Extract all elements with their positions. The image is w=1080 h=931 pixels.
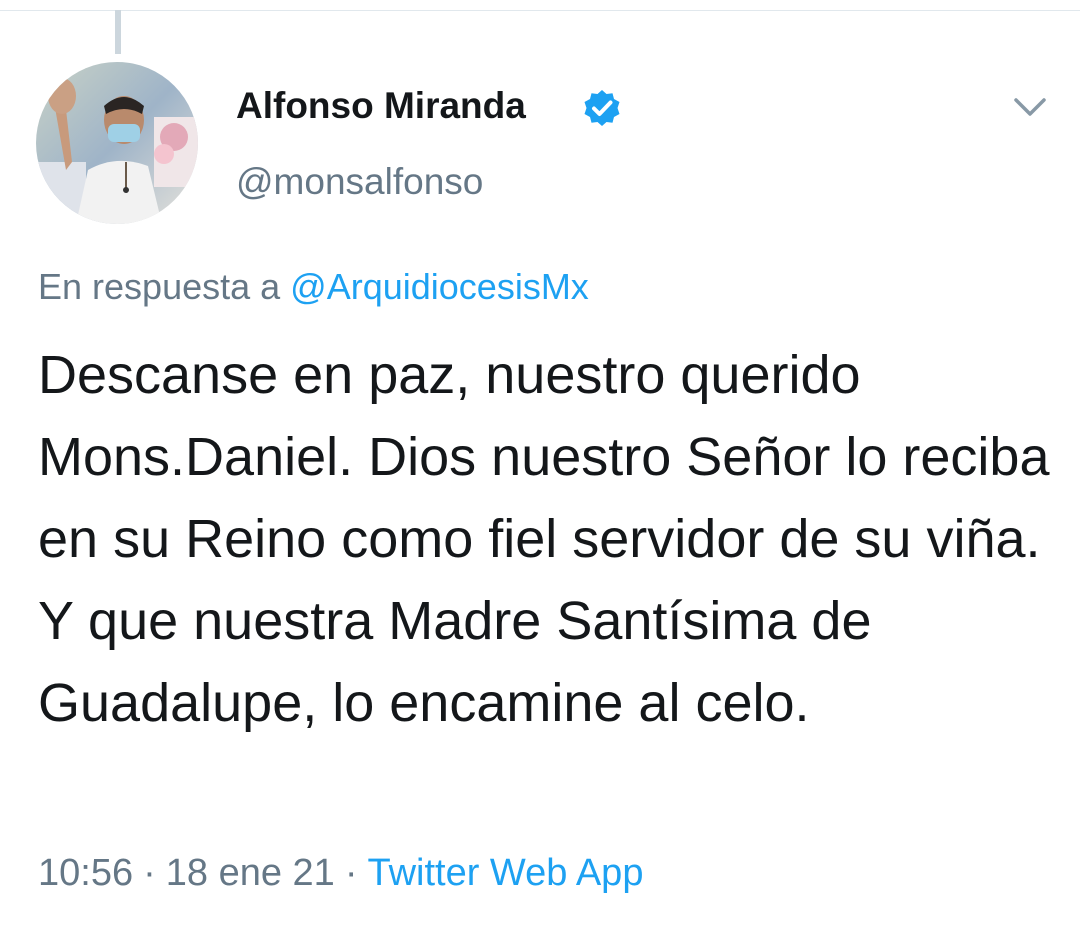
avatar[interactable] [36,62,198,224]
reply-prefix: En respuesta a [38,266,281,307]
tweet-metadata: 10:56 · 18 ene 21 · Twitter Web App [38,848,643,898]
thread-connector-line [115,10,121,54]
tweet-text: Descanse en paz, nuestro querido Mons.Da… [38,345,1050,733]
reply-context: En respuesta a @ArquidiocesisMx [38,264,589,310]
author-display-name[interactable]: Alfonso Miranda [236,84,526,128]
chevron-down-icon[interactable] [1010,92,1050,122]
avatar-image [36,62,198,224]
reply-to-handle-link[interactable]: @ArquidiocesisMx [290,266,589,307]
author-handle[interactable]: @monsalfonso [236,160,483,204]
tweet-time[interactable]: 10:56 [38,852,133,894]
top-border [0,0,1080,11]
tweet-source-link[interactable]: Twitter Web App [367,852,643,894]
tweet-date[interactable]: 18 ene 21 [166,852,335,894]
verified-badge-icon [584,90,620,126]
meta-separator: · [344,852,358,894]
meta-separator: · [143,852,156,894]
